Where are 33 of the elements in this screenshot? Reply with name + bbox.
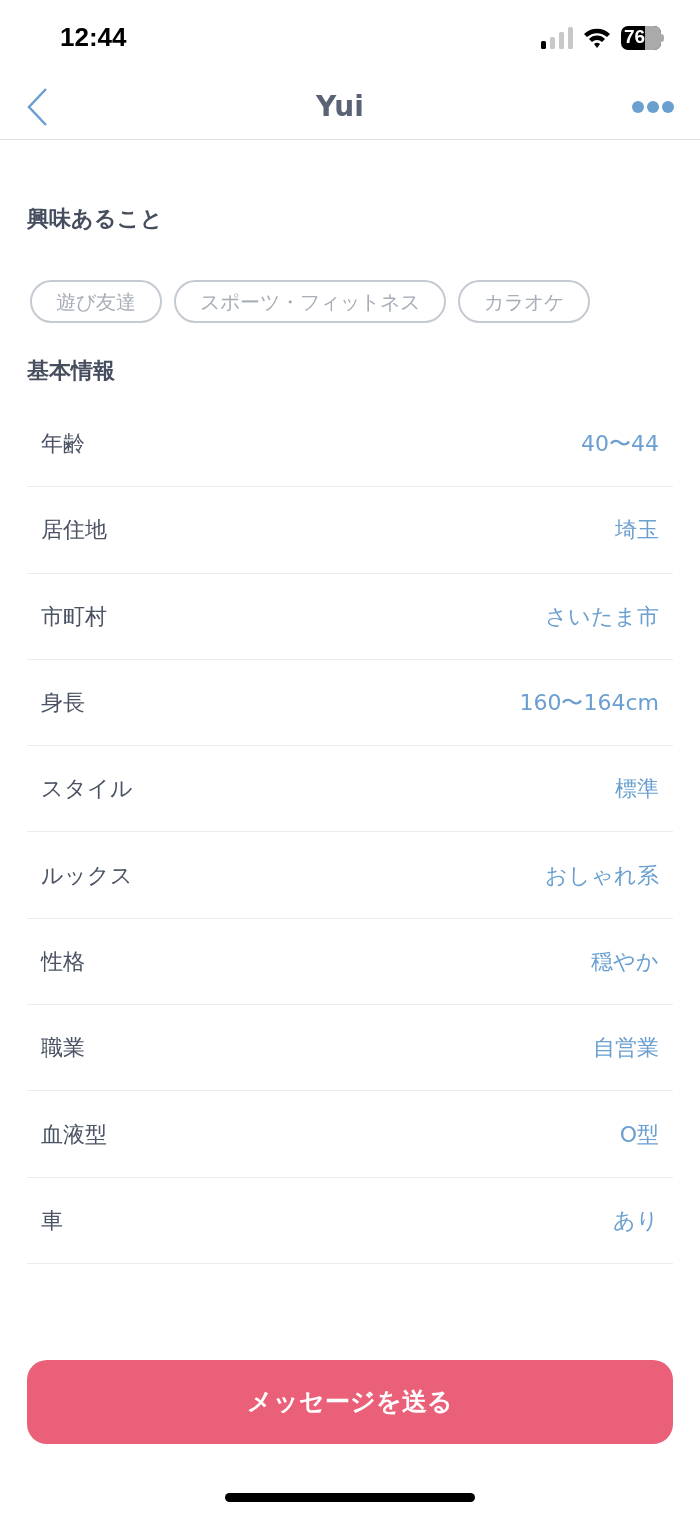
info-value: 160〜164cm bbox=[519, 689, 659, 718]
section-title: 興味あること bbox=[27, 206, 163, 231]
info-value: 自営業 bbox=[593, 1034, 659, 1063]
interest-tag: 遊び友達 bbox=[30, 280, 162, 323]
info-value: おしゃれ系 bbox=[545, 861, 659, 890]
battery-icon: 76 bbox=[621, 25, 664, 50]
info-label: 車 bbox=[41, 1206, 63, 1235]
info-label: ルックス bbox=[41, 861, 133, 890]
send-message-button[interactable]: メッセージを送る bbox=[27, 1360, 673, 1444]
info-value: 標準 bbox=[615, 775, 659, 804]
section-title: 基本情報 bbox=[27, 358, 115, 383]
info-label: 身長 bbox=[41, 689, 85, 718]
info-value: O型 bbox=[619, 1120, 659, 1149]
info-value: 40〜44 bbox=[581, 430, 659, 459]
info-label: 居住地 bbox=[41, 516, 107, 545]
info-label: 年齢 bbox=[41, 430, 85, 459]
info-label: 職業 bbox=[41, 1034, 85, 1063]
info-value: 穏やか bbox=[591, 947, 659, 976]
status-time: 12:44 bbox=[60, 21, 127, 54]
signal-icon bbox=[541, 26, 573, 49]
page-title: Yui bbox=[316, 89, 364, 125]
wifi-icon bbox=[583, 26, 611, 49]
info-value: 埼玉 bbox=[615, 516, 659, 545]
interest-tag: スポーツ・フィットネス bbox=[174, 280, 446, 323]
more-icon[interactable] bbox=[632, 100, 674, 114]
info-value: さいたま市 bbox=[545, 602, 659, 631]
info-label: 血液型 bbox=[41, 1120, 107, 1149]
back-icon[interactable] bbox=[26, 87, 48, 127]
info-label: スタイル bbox=[41, 775, 133, 804]
interest-tag: カラオケ bbox=[458, 280, 590, 323]
info-label: 市町村 bbox=[41, 602, 107, 631]
info-label: 性格 bbox=[41, 947, 85, 976]
info-value: あり bbox=[613, 1206, 659, 1235]
